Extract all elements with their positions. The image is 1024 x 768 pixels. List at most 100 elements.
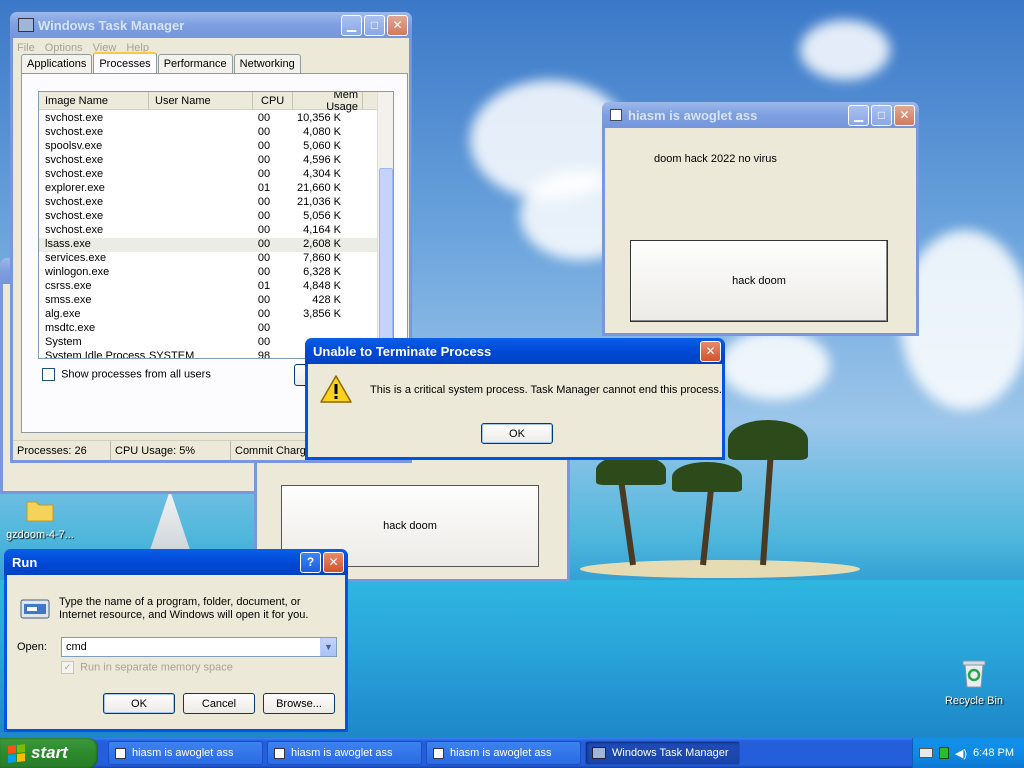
run-cancel-button[interactable]: Cancel (183, 693, 255, 714)
process-list-scrollbar[interactable] (377, 92, 393, 358)
process-user-name (143, 252, 247, 266)
process-rows: svchost.exe 00 10,356 K svchost.exe 00 4,080 … (39, 110, 393, 358)
table-row[interactable]: svchost.exe 00 4,304 K (39, 168, 393, 182)
error-dialog[interactable]: Unable to Terminate Process ✕ This is a … (305, 338, 725, 460)
process-user-name (143, 322, 247, 336)
task-manager-tray-icon[interactable] (938, 747, 949, 759)
process-image-name: svchost.exe (45, 224, 104, 236)
table-row[interactable]: svchost.exe 00 4,164 K (39, 224, 393, 238)
taskbar-button-hiasm-3[interactable]: hiasm is awoglet ass (426, 741, 581, 765)
table-row[interactable]: msdtc.exe 00 (39, 322, 393, 336)
column-image-name[interactable]: Image Name (39, 92, 149, 109)
help-button[interactable]: ? (300, 551, 321, 573)
maximize-icon: □ (877, 108, 886, 122)
process-image-name: smss.exe (45, 294, 92, 306)
taskbar-button-label: hiasm is awoglet ass (291, 747, 393, 759)
maximize-button[interactable]: □ (364, 14, 385, 36)
tab-networking[interactable]: Networking (233, 54, 301, 73)
process-cpu: 00 (257, 140, 271, 152)
clock[interactable]: 6:48 PM (973, 747, 1014, 759)
minimize-button[interactable]: ▁ (848, 104, 869, 126)
minimize-button[interactable]: ▁ (341, 14, 362, 36)
process-cpu: 00 (257, 126, 271, 138)
run-dialog-titlebar[interactable]: Run ? ✕ (4, 549, 348, 575)
taskbar-button-label: hiasm is awoglet ass (132, 747, 234, 759)
process-user-name (143, 126, 247, 140)
scrollbar-thumb[interactable] (379, 168, 393, 348)
hack-window-title: hiasm is awoglet ass (628, 107, 758, 123)
system-tray: ◀) 6:48 PM (912, 738, 1024, 768)
tab-processes[interactable]: Processes (93, 52, 157, 73)
task-manager-titlebar[interactable]: Windows Task Manager ▁ □ ✕ (10, 12, 412, 38)
volume-icon[interactable]: ◀) (955, 747, 967, 760)
process-user-name (143, 210, 247, 224)
table-row[interactable]: svchost.exe 00 5,056 K (39, 210, 393, 224)
process-user-name (143, 112, 247, 126)
open-combobox[interactable]: cmd ▼ (61, 637, 337, 657)
maximize-button[interactable]: □ (871, 104, 892, 126)
hack-window-label: doom hack 2022 no virus (654, 153, 777, 165)
keyboard-icon[interactable] (918, 748, 933, 758)
menu-file[interactable]: File (17, 42, 35, 54)
table-row[interactable]: explorer.exe 01 21,660 K (39, 182, 393, 196)
table-row[interactable]: svchost.exe 00 10,356 K (39, 112, 393, 126)
close-button[interactable]: ✕ (700, 340, 721, 362)
hack-window-titlebar[interactable]: hiasm is awoglet ass ▁ □ ✕ (602, 102, 919, 128)
open-input[interactable]: cmd (62, 641, 320, 653)
table-row[interactable]: winlogon.exe 00 6,328 K (39, 266, 393, 280)
process-mem-usage: 10,356 K (296, 112, 341, 124)
taskbar-button-label: Windows Task Manager (612, 747, 729, 759)
error-dialog-titlebar[interactable]: Unable to Terminate Process ✕ (305, 338, 725, 364)
process-image-name: svchost.exe (45, 112, 104, 124)
hack-doom-button[interactable]: hack doom (630, 240, 888, 322)
table-row[interactable]: services.exe 00 7,860 K (39, 252, 393, 266)
close-button[interactable]: ✕ (323, 551, 344, 573)
column-cpu[interactable]: CPU (253, 92, 293, 109)
run-dialog[interactable]: Run ? ✕ Type the name of a program, fold… (4, 549, 348, 732)
show-all-users-option[interactable]: Show processes from all users (42, 368, 211, 381)
ok-button-label: OK (131, 697, 147, 710)
table-row[interactable]: csrss.exe 01 4,848 K (39, 280, 393, 294)
process-cpu: 00 (257, 322, 271, 334)
table-row[interactable]: svchost.exe 00 4,596 K (39, 154, 393, 168)
run-description: Type the name of a program, folder, docu… (59, 596, 309, 621)
taskbar-button-task-manager[interactable]: Windows Task Manager (585, 741, 740, 765)
tab-performance[interactable]: Performance (157, 54, 233, 73)
process-list[interactable]: Image Name User Name CPU Mem Usage svcho… (38, 91, 394, 359)
column-mem-usage[interactable]: Mem Usage (293, 92, 363, 113)
table-row[interactable]: spoolsv.exe 00 5,060 K (39, 140, 393, 154)
process-image-name: msdtc.exe (45, 322, 96, 334)
process-cpu: 00 (257, 252, 271, 264)
show-all-users-label: Show processes from all users (61, 368, 211, 381)
column-user-name[interactable]: User Name (149, 92, 253, 109)
table-row[interactable]: lsass.exe 00 2,608 K (39, 238, 393, 252)
close-button[interactable]: ✕ (387, 14, 408, 36)
windows-logo-icon (8, 743, 25, 763)
hack-window[interactable]: hiasm is awoglet ass ▁ □ ✕ doom hack 202… (602, 102, 919, 336)
process-image-name: spoolsv.exe (45, 140, 103, 152)
error-ok-button[interactable]: OK (481, 423, 553, 444)
table-row[interactable]: smss.exe 00 428 K (39, 294, 393, 308)
show-all-users-checkbox[interactable] (42, 368, 55, 381)
taskbar-button-hiasm-1[interactable]: hiasm is awoglet ass (108, 741, 263, 765)
desktop-icon-gzdoom[interactable]: gzdoom-4-7... (0, 498, 80, 541)
maximize-icon: □ (370, 18, 379, 32)
process-user-name (143, 224, 247, 238)
taskbar-button-hiasm-2[interactable]: hiasm is awoglet ass (267, 741, 422, 765)
close-icon: ✕ (328, 555, 339, 569)
table-row[interactable]: svchost.exe 00 21,036 K (39, 196, 393, 210)
process-cpu: 00 (257, 168, 271, 180)
open-dropdown-button[interactable]: ▼ (320, 638, 336, 656)
desktop-icon-recycle-bin[interactable]: Recycle Bin (934, 658, 1014, 707)
close-button[interactable]: ✕ (894, 104, 915, 126)
tab-applications[interactable]: Applications (21, 54, 93, 73)
run-browse-button[interactable]: Browse... (263, 693, 335, 714)
process-image-name: svchost.exe (45, 154, 104, 166)
run-dialog-title: Run (12, 554, 38, 570)
run-ok-button[interactable]: OK (103, 693, 175, 714)
start-button[interactable]: start (0, 738, 98, 768)
menu-options[interactable]: Options (45, 42, 83, 54)
table-row[interactable]: svchost.exe 00 4,080 K (39, 126, 393, 140)
table-row[interactable]: alg.exe 00 3,856 K (39, 308, 393, 322)
process-image-name: services.exe (45, 252, 107, 264)
